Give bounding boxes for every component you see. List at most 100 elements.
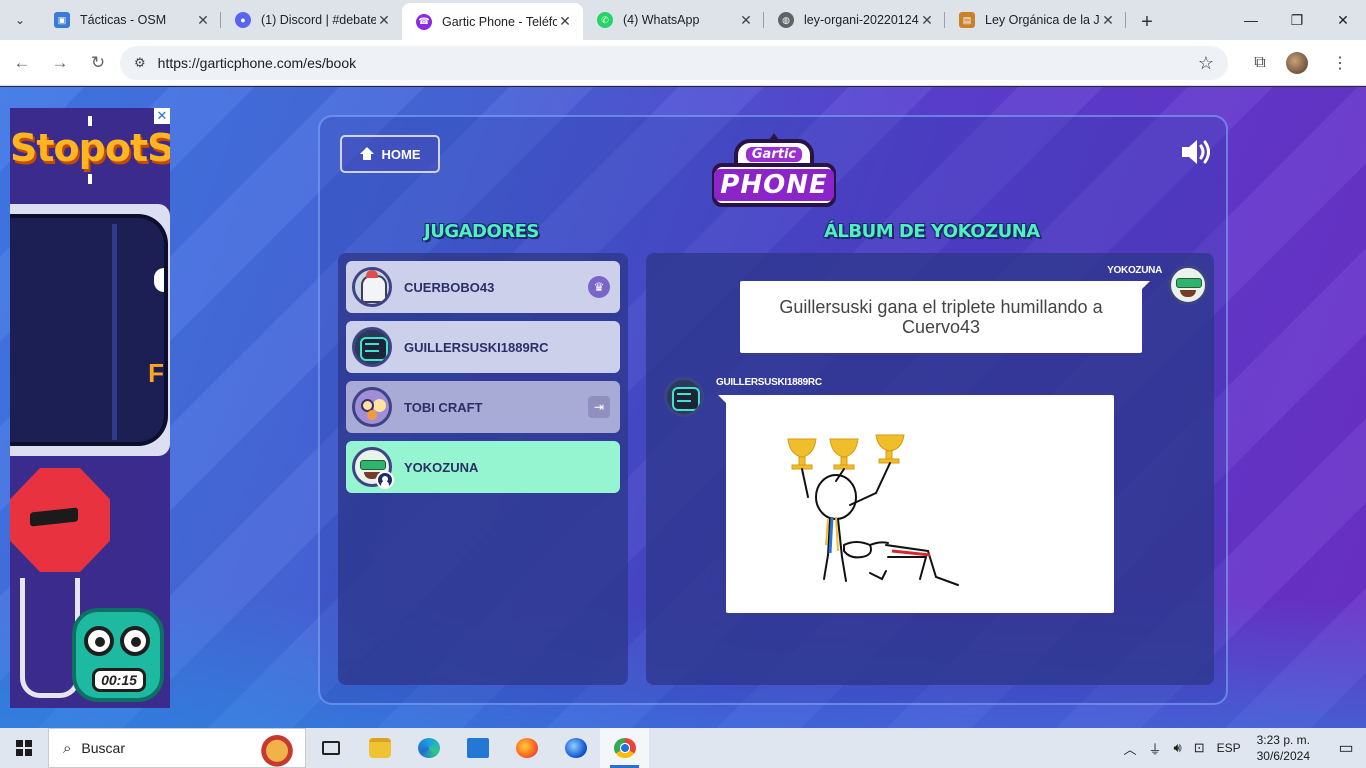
network-icon[interactable]: ⊡: [1194, 740, 1205, 756]
toolbar-actions: ⧉ ⋮: [1242, 40, 1366, 86]
taskbar-search[interactable]: ⌕ Buscar: [48, 728, 306, 768]
document-favicon: ▤: [959, 12, 975, 28]
player-name: TOBI CRAFT: [404, 399, 483, 415]
firefox-dev-icon: [564, 738, 587, 758]
album-entry-author: YOKOZUNA: [1107, 265, 1162, 276]
url-text: https://garticphone.com/es/book: [157, 55, 357, 71]
owl-avatar: [352, 387, 392, 427]
players-list: CUERBOBO43 ♛ GUILLERSUSKI1889RC TOBI CRA…: [338, 253, 628, 685]
notification-icon[interactable]: ▭: [1326, 738, 1366, 758]
gartic-phone-logo: Gartic PHONE: [712, 133, 836, 211]
close-window-button[interactable]: ✕: [1320, 0, 1366, 40]
forward-button[interactable]: →: [42, 45, 78, 81]
edge-button[interactable]: [404, 728, 453, 768]
system-tray: ︿ ⏚ 🔊︎ ⊡ ESP 3:23 p. m. 30/6/2024 ▭: [1117, 728, 1366, 768]
tab-separator: [1125, 12, 1126, 28]
bookmark-star-icon[interactable]: ☆: [1198, 53, 1214, 74]
taskbar: ⌕ Buscar ︿ ⏚ 🔊︎ ⊡ ESP 3:23 p. m. 30/6/20…: [0, 728, 1366, 768]
ad-title: StopotS: [10, 126, 170, 170]
player-row-yokozuna[interactable]: YOKOZUNA: [346, 441, 620, 493]
browser-tab-bar: ⌄ ▣ Tácticas - OSM ✕ ● (1) Discord | #de…: [0, 0, 1366, 40]
player-row-cuerbobo43[interactable]: CUERBOBO43 ♛: [346, 261, 620, 313]
tab-ley-organica[interactable]: ▤ Ley Orgánica de la Ju ✕: [945, 3, 1126, 37]
reload-button[interactable]: ↻: [80, 45, 116, 81]
search-icon: ⌕: [63, 739, 72, 757]
tab-osm[interactable]: ▣ Tácticas - OSM ✕: [40, 3, 221, 37]
restore-button[interactable]: ❐: [1274, 0, 1320, 40]
tab-whatsapp[interactable]: ✆ (4) WhatsApp ✕: [583, 3, 764, 37]
clock-time: 3:23 p. m.: [1256, 733, 1310, 747]
new-tab-button[interactable]: +: [1132, 11, 1162, 34]
exit-icon: ⇥: [588, 396, 610, 418]
players-heading: JUGADORES: [424, 221, 539, 242]
robot-avatar: [352, 327, 392, 367]
chrome-button[interactable]: [600, 728, 649, 768]
tab-title: (4) WhatsApp: [623, 13, 700, 27]
ad-timer-character: 00:15: [72, 608, 164, 702]
osm-favicon: ▣: [54, 12, 70, 28]
tab-title: ley-organi-20220124: [804, 13, 919, 27]
home-button-label: HOME: [381, 146, 421, 162]
site-info-icon[interactable]: ⚙: [134, 55, 146, 71]
minimize-button[interactable]: —: [1228, 0, 1274, 40]
logo-top-text: Gartic: [745, 146, 803, 162]
web-page: ✕ StopotS F 00:15 HOME Gartic PHONE JUGA…: [0, 87, 1366, 728]
tab-ley-organi[interactable]: ◍ ley-organi-20220124 ✕: [764, 3, 945, 37]
clock[interactable]: 3:23 p. m. 30/6/2024: [1257, 732, 1310, 764]
address-bar[interactable]: ⚙ https://garticphone.com/es/book ☆: [120, 46, 1228, 80]
ad-sparkle: [88, 116, 92, 126]
firefox-button[interactable]: [502, 728, 551, 768]
close-icon[interactable]: ✕: [376, 12, 392, 29]
close-icon[interactable]: ✕: [738, 12, 754, 29]
player-name: GUILLERSUSKI1889RC: [404, 339, 549, 355]
browser-toolbar: ← → ↻ ⚙ https://garticphone.com/es/book …: [0, 40, 1366, 86]
show-hidden-icons-button[interactable]: ︿: [1123, 739, 1136, 758]
profile-avatar[interactable]: [1286, 52, 1308, 74]
ad-sparkle: [88, 174, 92, 184]
album-entry-author: GUILLERSUSKI1889RC: [716, 377, 822, 388]
mail-button[interactable]: [453, 728, 502, 768]
tab-gartic[interactable]: ☎ Gartic Phone - Teléfo ✕: [402, 3, 583, 40]
tab-title: Ley Orgánica de la Ju: [985, 13, 1100, 27]
album-text-entry: Guillersuski gana el triplete humillando…: [740, 281, 1150, 353]
album-heading: ÁLBUM DE YOKOZUNA: [824, 221, 1040, 242]
ad-close-icon[interactable]: ✕: [154, 108, 170, 124]
ad-banner[interactable]: ✕ StopotS F 00:15: [10, 108, 170, 708]
drawing-canvas: [787, 434, 959, 586]
clock-date: 30/6/2024: [1256, 749, 1310, 763]
tab-discord[interactable]: ● (1) Discord | #debate- ✕: [221, 3, 402, 37]
menu-icon[interactable]: ⋮: [1322, 53, 1358, 73]
player-row-guillersuski[interactable]: GUILLERSUSKI1889RC: [346, 321, 620, 373]
tab-title: Tácticas - OSM: [80, 13, 167, 27]
home-button[interactable]: HOME: [340, 135, 440, 173]
close-icon[interactable]: ✕: [1100, 12, 1116, 29]
extensions-icon[interactable]: ⧉: [1242, 54, 1278, 72]
tab-title: (1) Discord | #debate-: [261, 13, 376, 27]
task-view-button[interactable]: [306, 728, 355, 768]
ad-figure-character: [20, 578, 80, 698]
language-indicator[interactable]: ESP: [1217, 741, 1241, 755]
volume-icon[interactable]: 🔊︎: [1173, 740, 1181, 756]
globe-favicon: ◍: [778, 12, 794, 28]
firefox-dev-button[interactable]: [551, 728, 600, 768]
close-icon[interactable]: ✕: [919, 12, 935, 29]
player-row-tobi-craft[interactable]: TOBI CRAFT ⇥: [346, 381, 620, 433]
knight-avatar: [352, 267, 392, 307]
usb-icon[interactable]: ⏚: [1148, 739, 1161, 758]
search-placeholder: Buscar: [81, 740, 125, 756]
windows-icon: [16, 740, 32, 756]
close-icon[interactable]: ✕: [557, 13, 573, 30]
close-icon[interactable]: ✕: [195, 12, 211, 29]
yokozuna-avatar: [1168, 265, 1208, 305]
firefox-icon: [515, 738, 538, 758]
sound-icon[interactable]: [1180, 137, 1214, 167]
robot-avatar: [664, 377, 704, 417]
start-button[interactable]: [0, 728, 48, 768]
edge-icon: [417, 738, 440, 758]
ad-screen-illustration: F: [10, 204, 170, 456]
discord-favicon: ●: [235, 12, 251, 28]
file-explorer-button[interactable]: [355, 728, 404, 768]
tab-search-button[interactable]: ⌄: [0, 0, 40, 40]
album-panel: YOKOZUNA Guillersuski gana el triplete h…: [646, 253, 1214, 685]
back-button[interactable]: ←: [4, 45, 40, 81]
